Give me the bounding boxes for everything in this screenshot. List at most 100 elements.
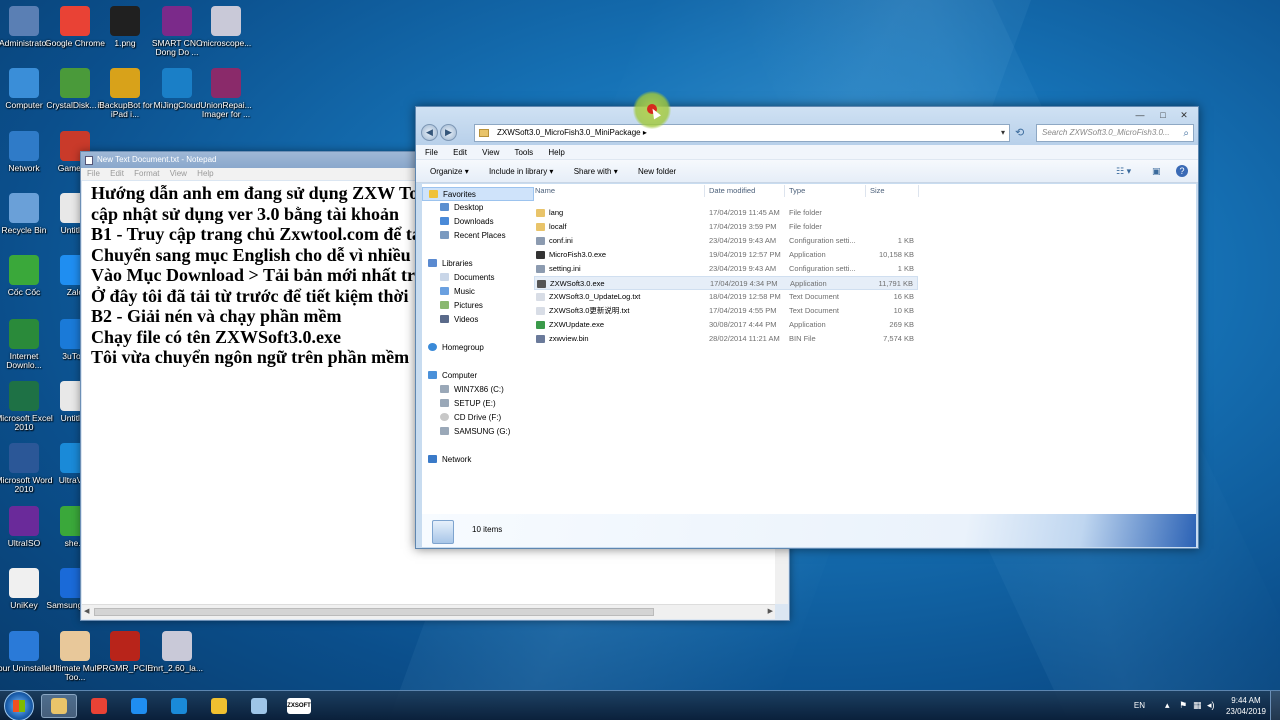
taskbar-zalo-button[interactable] (121, 694, 157, 718)
nav-drive-f[interactable]: CD Drive (F:) (422, 411, 534, 425)
taskbar-notepad-button[interactable] (241, 694, 277, 718)
nav-pictures[interactable]: Pictures (422, 299, 534, 313)
nav-favorites[interactable]: Favorites (422, 187, 534, 201)
recycle-bin-icon (9, 193, 39, 223)
volume-icon[interactable]: ◂) (1207, 701, 1216, 710)
nav-homegroup[interactable]: Homegroup (422, 341, 534, 355)
desktop-icon-winrar[interactable]: microscope... (194, 6, 258, 48)
idm-icon (9, 319, 39, 349)
nav-computer[interactable]: Computer (422, 369, 534, 383)
file-type: Text Document (789, 292, 840, 301)
explorer-titlebar[interactable]: — □ ✕ ◀ ▶ ZXWSoft3.0_MicroFish3.0_MiniPa… (416, 107, 1198, 145)
nav-music[interactable]: Music (422, 285, 534, 299)
nav-desktop[interactable]: Desktop (422, 201, 534, 215)
file-row[interactable]: setting.ini 23/04/2019 9:43 AM Configurati… (534, 262, 918, 276)
share-with-button[interactable]: Share with ▾ (574, 167, 618, 176)
zxwsoft-icon: ZXSOFT (287, 698, 311, 714)
notepad-menu-view[interactable]: View (170, 169, 187, 178)
taskbar-chrome-button[interactable] (81, 694, 117, 718)
menu-tools[interactable]: Tools (514, 148, 533, 157)
file-row[interactable]: localf 17/04/2019 3:59 PM File folder (534, 220, 918, 234)
address-path: ZXWSoft3.0_MicroFish3.0_MiniPackage (497, 128, 641, 137)
file-date: 17/04/2019 4:34 PM (710, 279, 778, 288)
minimize-icon[interactable]: — (1130, 110, 1150, 120)
language-indicator[interactable]: EN (1134, 701, 1145, 710)
maximize-icon[interactable]: □ (1153, 110, 1173, 120)
file-date: 23/04/2019 9:43 AM (709, 236, 777, 245)
search-input[interactable]: Search ZXWSoft3.0_MicroFish3.0... ⌕ (1036, 124, 1194, 142)
user-folder-icon (9, 6, 39, 36)
menu-file[interactable]: File (425, 148, 438, 157)
desktop-icon-winrar[interactable]: UnionRepai... Imager for ... (194, 68, 258, 119)
include-in-library-button[interactable]: Include in library ▾ (489, 167, 554, 176)
file-name: MicroFish3.0.exe (549, 250, 607, 259)
clock[interactable]: 9:44 AM 23/04/2019 (1226, 695, 1266, 717)
start-button[interactable] (4, 691, 34, 720)
file-date: 28/02/2014 11:21 AM (709, 334, 780, 343)
column-size[interactable]: Size (870, 184, 885, 198)
preview-pane-icon[interactable]: ▣ (1152, 165, 1161, 177)
column-type[interactable]: Type (789, 184, 805, 198)
column-date-modified[interactable]: Date modified (709, 184, 755, 198)
scroll-thumb[interactable] (94, 608, 654, 616)
file-name: localf (549, 222, 567, 231)
view-options-icon[interactable]: ☷ ▾ (1116, 165, 1131, 177)
file-row[interactable]: ZXWUpdate.exe 30/08/2017 4:44 PM Applicati… (534, 318, 918, 332)
folder-icon (536, 209, 545, 217)
menu-edit[interactable]: Edit (453, 148, 467, 157)
nav-downloads[interactable]: Downloads (422, 215, 534, 229)
forward-button[interactable]: ▶ (440, 124, 457, 141)
network-tray-icon[interactable]: ▦ (1193, 701, 1202, 710)
column-name[interactable]: Name (535, 184, 555, 198)
desktop-icon-winrar[interactable]: mrt_2.60_la... (145, 631, 209, 673)
file-row[interactable]: zxwview.bin 28/02/2014 11:21 AM BIN File 7,… (534, 332, 918, 346)
organize-button[interactable]: Organize ▾ (430, 167, 469, 176)
notepad-menu-file[interactable]: File (87, 169, 100, 178)
notepad-menu-format[interactable]: Format (134, 169, 159, 178)
notepad-horizontal-scrollbar[interactable]: ◀ ▶ (82, 604, 775, 619)
recent-places-icon (440, 231, 449, 239)
refresh-icon[interactable]: ⟲ (1015, 126, 1024, 139)
nav-drive-c[interactable]: WIN7X86 (C:) (422, 383, 534, 397)
help-icon[interactable]: ? (1176, 165, 1188, 177)
file-row[interactable]: ZXWSoft3.0.exe 17/04/2019 4:34 PM Applicat… (534, 276, 918, 290)
nav-videos[interactable]: Videos (422, 313, 534, 327)
file-row[interactable]: conf.ini 23/04/2019 9:43 AM Configuration … (534, 234, 918, 248)
menu-view[interactable]: View (482, 148, 499, 157)
music-icon (440, 287, 449, 295)
taskbar-ultraviewer-button[interactable] (161, 694, 197, 718)
file-name: conf.ini (549, 236, 573, 245)
notepad-menu-help[interactable]: Help (197, 169, 213, 178)
app-icon (536, 251, 545, 259)
tray-arrow-icon[interactable]: ▴ (1165, 701, 1174, 710)
file-date: 17/04/2019 11:45 AM (709, 208, 780, 217)
nav-libraries[interactable]: Libraries (422, 257, 534, 271)
notepad-menu-edit[interactable]: Edit (110, 169, 124, 178)
back-button[interactable]: ◀ (421, 124, 438, 141)
zalo-icon (131, 698, 147, 714)
new-folder-button[interactable]: New folder (638, 167, 676, 176)
address-bar[interactable]: ZXWSoft3.0_MicroFish3.0_MiniPackage ▸ ▾ (474, 124, 1010, 142)
nav-documents[interactable]: Documents (422, 271, 534, 285)
chevron-down-icon[interactable]: ▾ (1001, 125, 1005, 141)
nav-recent-places[interactable]: Recent Places (422, 229, 534, 243)
close-icon[interactable]: ✕ (1174, 110, 1194, 121)
file-row[interactable]: ZXWSoft3.0_UpdateLog.txt 18/04/2019 12:58… (534, 290, 918, 304)
chrome-icon (60, 6, 90, 36)
explorer-window[interactable]: — □ ✕ ◀ ▶ ZXWSoft3.0_MicroFish3.0_MiniPa… (415, 106, 1199, 549)
search-icon[interactable]: ⌕ (1183, 126, 1189, 142)
scroll-right-icon[interactable]: ▶ (768, 607, 773, 615)
taskbar-paint-button[interactable] (201, 694, 237, 718)
nav-drive-e[interactable]: SETUP (E:) (422, 397, 534, 411)
file-row[interactable]: ZXWSoft3.0更新说明.txt 17/04/2019 4:55 PM Text… (534, 304, 918, 318)
taskbar-zxwsoft-button[interactable]: ZXSOFT (281, 694, 317, 718)
nav-drive-g[interactable]: SAMSUNG (G:) (422, 425, 534, 439)
menu-help[interactable]: Help (548, 148, 564, 157)
scroll-left-icon[interactable]: ◀ (84, 607, 89, 615)
nav-network[interactable]: Network (422, 453, 534, 467)
file-row[interactable]: lang 17/04/2019 11:45 AM File folder (534, 206, 918, 220)
flag-icon[interactable]: ⚑ (1179, 701, 1188, 710)
show-desktop-button[interactable] (1270, 691, 1280, 720)
taskbar-explorer-button[interactable] (41, 694, 77, 718)
file-row[interactable]: MicroFish3.0.exe 19/04/2019 12:57 PM Appli… (534, 248, 918, 262)
